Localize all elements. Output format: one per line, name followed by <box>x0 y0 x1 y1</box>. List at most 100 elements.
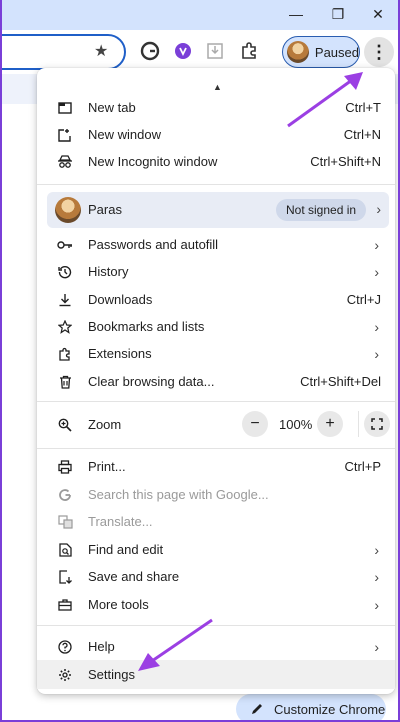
chevron-right-icon: › <box>374 236 379 253</box>
shortcut-label: Ctrl+Shift+Del <box>300 374 381 389</box>
puzzle-icon <box>57 346 73 362</box>
menu-item-translate[interactable]: Translate... <box>37 508 395 535</box>
zoom-divider <box>358 411 359 437</box>
menu-item-new-incognito[interactable]: New Incognito window Ctrl+Shift+N <box>37 148 395 175</box>
chrome-menu: ▲ New tab Ctrl+T New window Ctrl+N New I… <box>37 68 395 694</box>
fullscreen-button[interactable] <box>364 411 390 437</box>
trash-icon <box>57 374 73 390</box>
menu-item-passwords[interactable]: Passwords and autofill › <box>37 231 395 258</box>
new-tab-icon <box>57 100 73 116</box>
close-icon: ✕ <box>372 5 384 22</box>
menu-item-bookmarks[interactable]: Bookmarks and lists › <box>37 313 395 340</box>
grammarly-extension-icon[interactable] <box>139 40 161 62</box>
menu-item-label: Downloads <box>88 292 153 307</box>
minimize-icon: — <box>289 6 303 22</box>
plus-icon: + <box>325 415 335 432</box>
menu-item-print[interactable]: Print... Ctrl+P <box>37 453 395 480</box>
translate-icon <box>57 514 73 530</box>
menu-item-help[interactable]: Help › <box>37 633 395 660</box>
menu-item-label: Settings <box>88 667 135 682</box>
avatar <box>287 41 309 63</box>
menu-item-history[interactable]: History › <box>37 258 395 285</box>
menu-item-label: Bookmarks and lists <box>88 319 205 334</box>
chevron-right-icon: › <box>376 201 381 217</box>
menu-item-label: Clear browsing data... <box>88 374 215 389</box>
shortcut-label: Ctrl+P <box>344 459 381 474</box>
menu-divider <box>37 448 395 449</box>
menu-item-clear-browsing-data[interactable]: Clear browsing data... Ctrl+Shift+Del <box>37 368 395 395</box>
menu-item-label: Search this page with Google... <box>88 487 269 502</box>
profile-paused-button[interactable]: Paused <box>282 36 360 68</box>
menu-item-label: Find and edit <box>88 542 164 557</box>
zoom-level: 100% <box>279 417 313 432</box>
toolbox-icon <box>57 597 73 613</box>
pencil-icon <box>252 704 262 714</box>
status-badge: Not signed in <box>276 199 367 221</box>
menu-item-find-and-edit[interactable]: Find and edit › <box>37 536 395 563</box>
new-window-icon <box>57 127 73 143</box>
shortcut-label: Ctrl+N <box>343 127 381 142</box>
menu-item-search-with-google[interactable]: Search this page with Google... <box>37 481 395 508</box>
menu-item-label: Translate... <box>88 514 153 529</box>
chevron-right-icon: › <box>374 541 379 558</box>
menu-item-new-window[interactable]: New window Ctrl+N <box>37 121 395 148</box>
menu-item-settings[interactable]: Settings <box>37 660 395 689</box>
menu-item-label: New Incognito window <box>88 154 218 169</box>
chevron-right-icon: › <box>374 318 379 335</box>
customize-chrome-button[interactable]: Customize Chrome <box>236 694 386 722</box>
purple-extension-icon[interactable] <box>172 40 194 62</box>
print-icon <box>57 459 73 475</box>
chevron-right-icon: › <box>374 596 379 613</box>
chevron-right-icon: › <box>374 568 379 585</box>
profile-item[interactable]: Paras Not signed in › <box>47 192 389 228</box>
caret-up-icon: ▲ <box>213 82 222 92</box>
zoom-out-button[interactable]: − <box>242 411 268 437</box>
star-icon <box>57 319 73 335</box>
chevron-right-icon: › <box>374 638 379 655</box>
bookmark-star-icon[interactable]: ★ <box>94 41 108 61</box>
menu-item-more-tools[interactable]: More tools › <box>37 591 395 618</box>
save-icon <box>57 569 73 585</box>
help-icon <box>57 639 73 655</box>
download-extension-icon[interactable] <box>204 40 226 62</box>
google-icon <box>57 487 73 503</box>
menu-item-label: Save and share <box>88 569 180 584</box>
download-icon <box>57 292 73 308</box>
zoom-icon <box>57 417 73 433</box>
gear-icon <box>57 667 73 683</box>
fullscreen-icon <box>371 418 383 430</box>
title-bar: — ❐ ✕ <box>0 0 400 30</box>
profile-name: Paras <box>88 202 122 217</box>
shortcut-label: Ctrl+Shift+N <box>310 154 381 169</box>
menu-item-label: Passwords and autofill <box>88 237 219 252</box>
menu-item-label: New window <box>88 127 161 142</box>
chevron-right-icon: › <box>374 345 379 362</box>
customize-label: Customize Chrome <box>274 701 386 717</box>
chrome-menu-button[interactable]: ⋮ <box>364 37 394 67</box>
menu-item-extensions[interactable]: Extensions › <box>37 340 395 367</box>
avatar <box>55 197 81 223</box>
zoom-in-button[interactable]: + <box>317 411 343 437</box>
minus-icon: − <box>250 415 260 432</box>
menu-divider <box>37 401 395 402</box>
menu-item-label: New tab <box>88 100 136 115</box>
menu-item-downloads[interactable]: Downloads Ctrl+J <box>37 286 395 313</box>
menu-item-save-and-share[interactable]: Save and share › <box>37 563 395 590</box>
chevron-right-icon: › <box>374 263 379 280</box>
shortcut-label: Ctrl+J <box>346 292 381 307</box>
menu-divider <box>37 625 395 626</box>
restore-button[interactable]: ❐ <box>326 4 350 24</box>
menu-item-new-tab[interactable]: New tab Ctrl+T <box>37 94 395 121</box>
menu-item-label: Help <box>88 639 115 654</box>
close-window-button[interactable]: ✕ <box>366 4 390 24</box>
profile-status-label: Paused <box>314 44 359 60</box>
key-icon <box>57 237 73 253</box>
extensions-puzzle-icon[interactable] <box>238 40 260 62</box>
incognito-icon <box>57 154 73 170</box>
menu-divider <box>37 184 395 185</box>
restore-icon: ❐ <box>331 5 345 22</box>
menu-item-label: Print... <box>88 459 126 474</box>
three-dots-icon: ⋮ <box>370 41 388 62</box>
minimize-button[interactable]: — <box>284 4 308 24</box>
menu-item-label: More tools <box>88 597 149 612</box>
